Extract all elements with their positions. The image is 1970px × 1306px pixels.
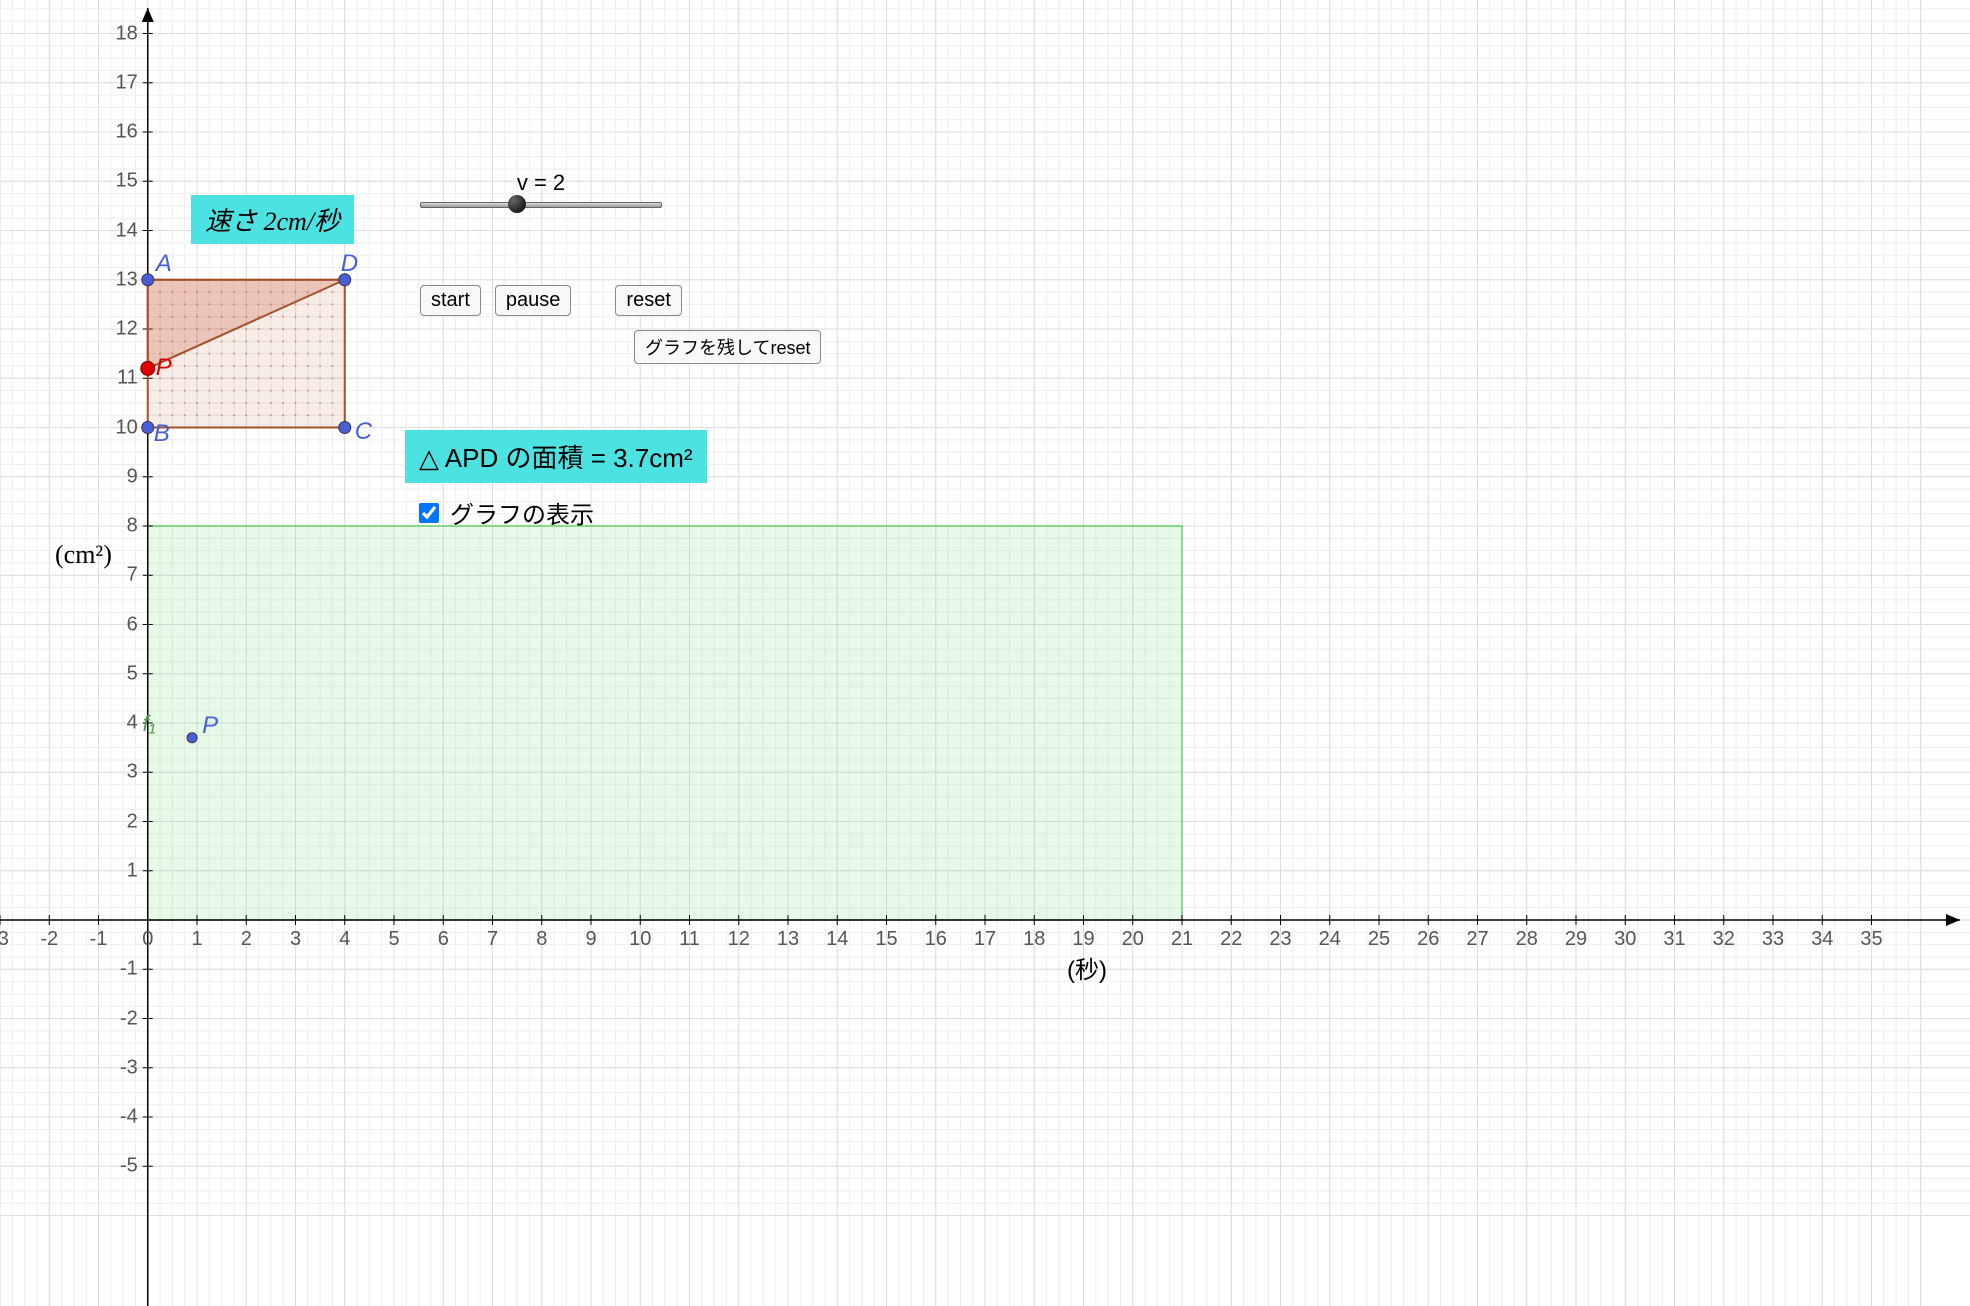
- x-tick: 31: [1663, 928, 1685, 951]
- point-label: C: [355, 418, 372, 446]
- function-label: f₁: [143, 711, 156, 737]
- y-tick: 6: [127, 613, 138, 636]
- y-tick: 2: [127, 810, 138, 833]
- x-tick: 27: [1466, 928, 1488, 951]
- x-tick: 25: [1368, 928, 1390, 951]
- x-tick: 13: [777, 928, 799, 951]
- geogebra-canvas[interactable]: 速さ 2cm/秒 v = 2 start pause reset グラフを残して…: [0, 0, 1970, 1306]
- reset-button[interactable]: reset: [615, 285, 681, 316]
- y-tick: 3: [127, 761, 138, 784]
- x-tick: 20: [1122, 928, 1144, 951]
- y-tick: 4: [127, 712, 138, 735]
- x-tick: 32: [1713, 928, 1735, 951]
- y-tick: 7: [127, 564, 138, 587]
- y-tick: 9: [127, 465, 138, 488]
- y-tick: -5: [120, 1155, 138, 1178]
- x-tick: 4: [339, 928, 350, 951]
- x-tick: 3: [290, 928, 301, 951]
- x-tick: 8: [536, 928, 547, 951]
- y-tick: -3: [120, 1056, 138, 1079]
- x-tick: 15: [875, 928, 897, 951]
- area-display: △ APD の面積 = 3.7cm²: [405, 430, 707, 483]
- y-tick: 16: [116, 121, 138, 144]
- x-tick: 35: [1860, 928, 1882, 951]
- velocity-slider[interactable]: v = 2: [420, 170, 662, 208]
- x-tick: 34: [1811, 928, 1833, 951]
- y-tick: 1: [127, 859, 138, 882]
- checkbox-input[interactable]: [419, 503, 439, 523]
- x-axis-unit-label: (秒): [1067, 950, 1107, 985]
- y-tick: -4: [120, 1106, 138, 1129]
- y-tick: 11: [117, 367, 138, 390]
- x-tick: -3: [0, 928, 9, 951]
- x-tick: -1: [90, 928, 108, 951]
- x-tick: 26: [1417, 928, 1439, 951]
- x-tick: 28: [1516, 928, 1538, 951]
- slider-thumb[interactable]: [508, 195, 526, 213]
- x-tick: 22: [1220, 928, 1242, 951]
- x-tick: 12: [728, 928, 750, 951]
- keep-graph-reset-button[interactable]: グラフを残してreset: [634, 330, 821, 364]
- checkbox-label: グラフの表示: [450, 495, 594, 530]
- y-axis-unit-label: (cm²): [55, 540, 112, 570]
- y-tick: 17: [116, 71, 138, 94]
- y-tick: 10: [116, 416, 138, 439]
- y-tick: 12: [116, 318, 138, 341]
- y-tick: 5: [127, 662, 138, 685]
- x-tick: 2: [241, 928, 252, 951]
- x-tick: 16: [925, 928, 947, 951]
- y-tick: 15: [116, 170, 138, 193]
- x-tick: 11: [679, 928, 700, 951]
- x-tick: 18: [1023, 928, 1045, 951]
- x-tick: 19: [1072, 928, 1094, 951]
- y-tick: 18: [116, 22, 138, 45]
- x-tick: 23: [1269, 928, 1291, 951]
- point-label: P: [202, 712, 218, 740]
- x-tick: 33: [1762, 928, 1784, 951]
- y-tick: 8: [127, 515, 138, 538]
- y-tick: 14: [116, 219, 138, 242]
- start-button[interactable]: start: [420, 285, 481, 316]
- x-tick: 5: [388, 928, 399, 951]
- y-tick: -1: [120, 958, 138, 981]
- slider-label: v = 2: [517, 170, 565, 196]
- x-tick: 7: [487, 928, 498, 951]
- x-tick: 6: [438, 928, 449, 951]
- point-label: D: [341, 250, 358, 278]
- x-tick: 17: [974, 928, 996, 951]
- slider-track[interactable]: [420, 202, 662, 208]
- show-graph-checkbox[interactable]: グラフの表示: [415, 495, 594, 530]
- x-tick: 9: [585, 928, 596, 951]
- x-tick: 30: [1614, 928, 1636, 951]
- x-tick: 14: [826, 928, 848, 951]
- y-tick: 13: [116, 268, 138, 291]
- x-tick: -2: [40, 928, 58, 951]
- speed-display: 速さ 2cm/秒: [191, 195, 354, 244]
- point-P-label: P: [156, 354, 172, 382]
- x-tick: 24: [1319, 928, 1341, 951]
- y-tick: -2: [120, 1007, 138, 1030]
- x-tick: 21: [1171, 928, 1193, 951]
- x-tick: 29: [1565, 928, 1587, 951]
- point-label: A: [156, 250, 172, 278]
- x-tick: 10: [629, 928, 651, 951]
- x-tick: 0: [142, 928, 153, 951]
- point-label: B: [154, 420, 170, 448]
- x-tick: 1: [191, 928, 202, 951]
- pause-button[interactable]: pause: [495, 285, 572, 316]
